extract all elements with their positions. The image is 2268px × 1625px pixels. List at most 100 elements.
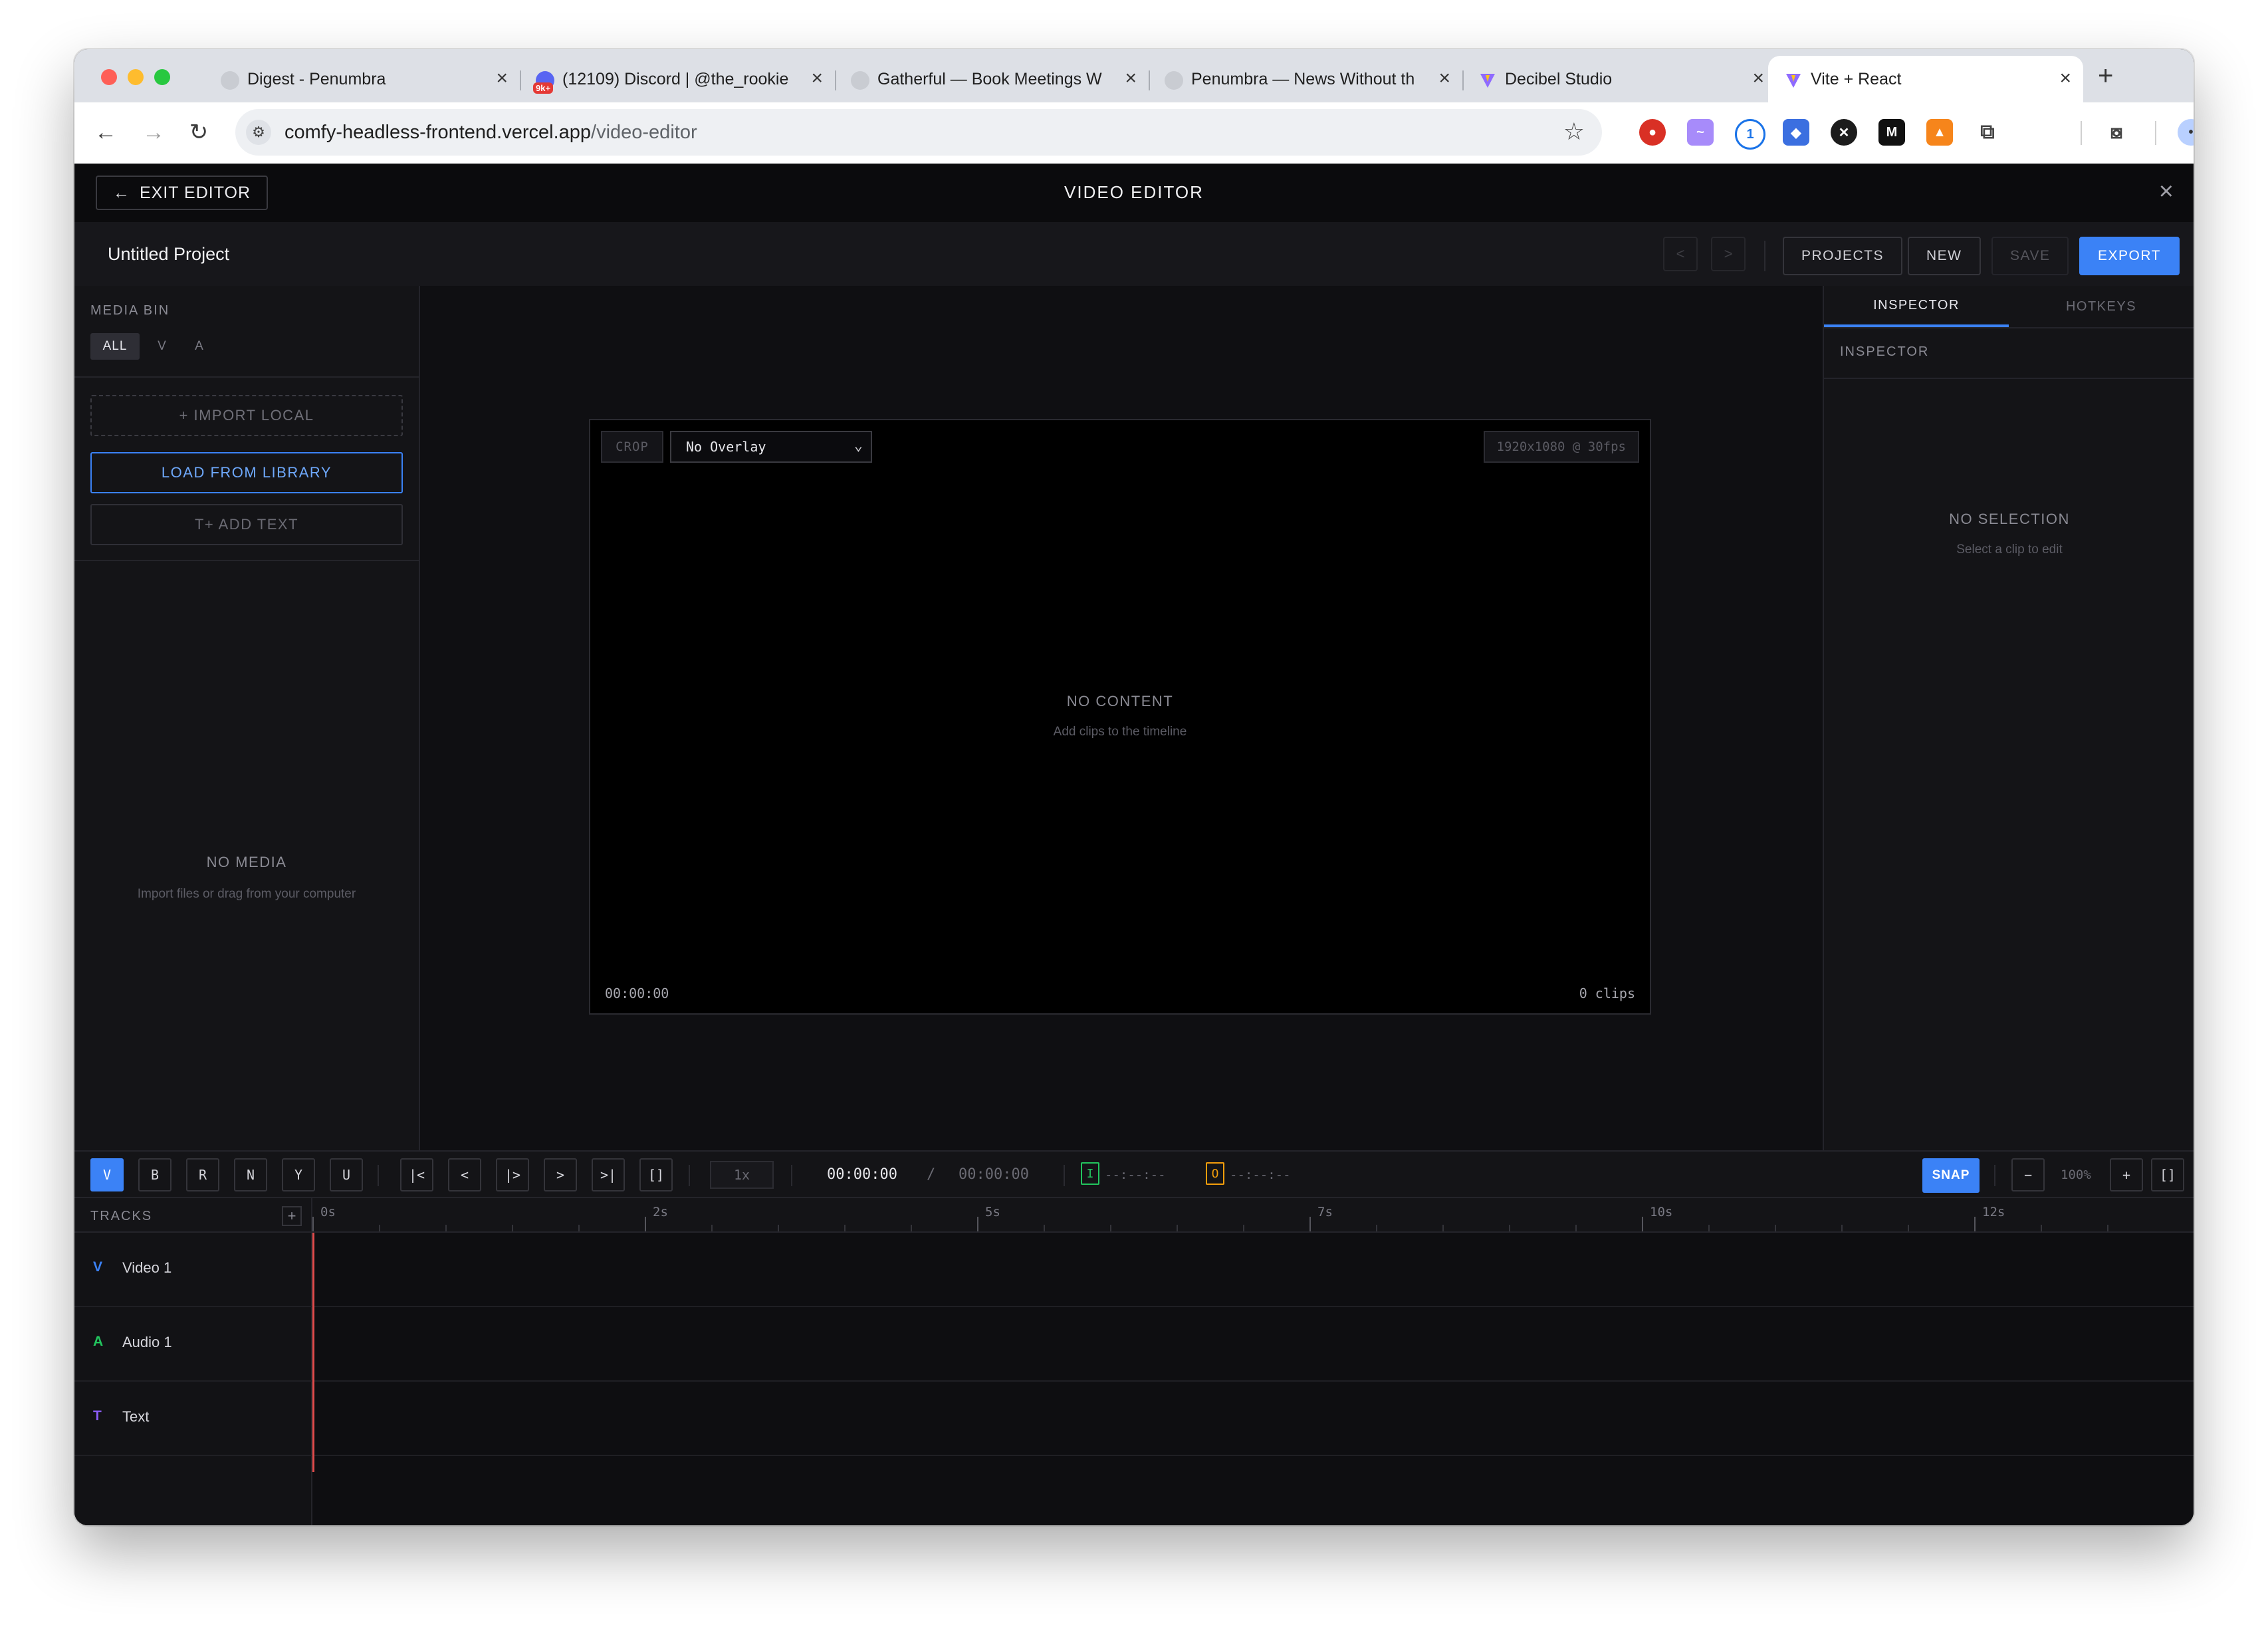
tab-hotkeys[interactable]: HOTKEYS: [2009, 286, 2194, 327]
overlay-select[interactable]: No Overlay ⌄: [670, 431, 872, 463]
no-content-title: NO CONTENT: [1066, 693, 1174, 709]
divider: [1994, 1165, 1995, 1186]
globe-icon: [221, 71, 239, 90]
in-point-marker[interactable]: I: [1081, 1162, 1099, 1185]
minimize-window-button[interactable]: [128, 69, 144, 85]
go-to-start-button[interactable]: |<: [400, 1158, 433, 1191]
zoom-window-button[interactable]: [154, 69, 170, 85]
time-ruler[interactable]: 0s 2s 5s 7s 10s 12s: [312, 1198, 2194, 1233]
snap-toggle[interactable]: SNAP: [1922, 1158, 1980, 1193]
close-window-button[interactable]: [101, 69, 117, 85]
playhead[interactable]: [312, 1233, 314, 1472]
zoom-out-button[interactable]: −: [2011, 1158, 2045, 1191]
no-selection-hint: Select a clip to edit: [1956, 543, 2063, 557]
select-tool-button[interactable]: V: [90, 1158, 124, 1191]
extension-icon[interactable]: ~: [1687, 119, 1714, 146]
tab-search-icon[interactable]: ⧇: [2103, 119, 2130, 146]
site-settings-icon[interactable]: ⚙: [246, 120, 271, 145]
globe-icon: [851, 71, 869, 90]
zoom-fit-button[interactable]: []: [2151, 1158, 2184, 1191]
tab-title: Vite + React: [1811, 69, 1902, 88]
filter-all-button[interactable]: ALL: [90, 333, 140, 360]
ripple-tool-button[interactable]: R: [186, 1158, 219, 1191]
track-row-video[interactable]: V Video 1: [74, 1233, 2194, 1307]
profile-avatar[interactable]: •: [2178, 119, 2194, 146]
loop-button[interactable]: []: [639, 1158, 673, 1191]
ruler-tick-minor: [711, 1225, 713, 1231]
slide-tool-button[interactable]: U: [330, 1158, 363, 1191]
crop-button[interactable]: CROP: [601, 431, 663, 463]
redo-button[interactable]: >: [1711, 237, 1746, 271]
reload-icon[interactable]: ↻: [183, 117, 214, 148]
tab-gatherful[interactable]: Gatherful — Book Meetings W ×: [835, 56, 1150, 102]
playback-speed[interactable]: 1x: [710, 1161, 774, 1189]
new-tab-icon[interactable]: +: [2098, 61, 2113, 90]
zoom-in-button[interactable]: +: [2110, 1158, 2143, 1191]
go-to-end-button[interactable]: >|: [592, 1158, 625, 1191]
step-back-button[interactable]: <: [448, 1158, 481, 1191]
track-row-text[interactable]: T Text: [74, 1382, 2194, 1456]
tab-penumbra[interactable]: Penumbra — News Without th ×: [1149, 56, 1464, 102]
filter-audio-button[interactable]: A: [185, 333, 214, 360]
save-button[interactable]: SAVE: [1991, 237, 2069, 275]
export-button[interactable]: EXPORT: [2079, 237, 2180, 275]
overlay-select-value: No Overlay: [686, 439, 766, 455]
ruler-label: 5s: [985, 1205, 1000, 1219]
import-local-button[interactable]: + IMPORT LOCAL: [90, 395, 403, 436]
ruler-label: 7s: [1317, 1205, 1333, 1219]
filter-video-button[interactable]: V: [148, 333, 177, 360]
close-tab-icon[interactable]: ×: [2059, 68, 2071, 88]
track-name: Audio 1: [122, 1334, 172, 1350]
blade-tool-button[interactable]: B: [138, 1158, 171, 1191]
close-tab-icon[interactable]: ×: [1438, 68, 1450, 88]
tab-decibel[interactable]: Decibel Studio ×: [1462, 56, 1776, 102]
password-manager-icon[interactable]: 1: [1735, 119, 1765, 150]
address-bar[interactable]: ⚙ comfy-headless-frontend.vercel.app/vid…: [235, 109, 1602, 156]
out-point-marker[interactable]: O: [1206, 1162, 1224, 1185]
extension-icon[interactable]: ✕: [1831, 119, 1857, 146]
track-label: A Audio 1: [74, 1307, 312, 1380]
vite-icon: [1784, 71, 1803, 90]
project-name[interactable]: Untitled Project: [108, 244, 229, 265]
adblock-extension-icon[interactable]: ●: [1639, 119, 1666, 146]
tab-digest[interactable]: Digest - Penumbra ×: [205, 56, 521, 102]
close-tab-icon[interactable]: ×: [1752, 68, 1764, 88]
timecode-separator: /: [927, 1166, 936, 1183]
add-text-button[interactable]: T+ ADD TEXT: [90, 504, 403, 545]
slip-tool-button[interactable]: Y: [282, 1158, 315, 1191]
puzzle-extensions-icon[interactable]: ⧉: [1974, 119, 2001, 146]
tab-vite-react[interactable]: Vite + React ×: [1768, 56, 2083, 102]
load-from-library-button[interactable]: LOAD FROM LIBRARY: [90, 452, 403, 493]
projects-button[interactable]: PROJECTS: [1783, 237, 1903, 275]
inspector-section-title: INSPECTOR: [1840, 344, 1930, 359]
metamask-icon[interactable]: ▲: [1926, 119, 1953, 146]
close-tab-icon[interactable]: ×: [496, 68, 508, 88]
extension-icon[interactable]: M: [1878, 119, 1905, 146]
duration-timecode: 00:00:00: [959, 1166, 1029, 1183]
video-preview[interactable]: CROP No Overlay ⌄ 1920x1080 @ 30fps NO C…: [589, 419, 1651, 1015]
new-project-button[interactable]: NEW: [1908, 237, 1981, 275]
play-button[interactable]: |>: [496, 1158, 529, 1191]
close-tab-icon[interactable]: ×: [1125, 68, 1137, 88]
ruler-tick-minor: [1177, 1225, 1178, 1231]
track-row-audio[interactable]: A Audio 1: [74, 1307, 2194, 1382]
divider: [1064, 1165, 1065, 1186]
video-track-icon: V: [93, 1259, 103, 1275]
media-bin-panel: MEDIA BIN ALL V A + IMPORT LOCAL LOAD FR…: [74, 286, 420, 1150]
divider: [74, 376, 419, 378]
bookmark-star-icon[interactable]: ☆: [1563, 118, 1585, 146]
tab-discord[interactable]: 9k+ (12109) Discord | @the_rookie ×: [520, 56, 836, 102]
forward-icon[interactable]: →: [138, 117, 169, 148]
close-tab-icon[interactable]: ×: [811, 68, 823, 88]
close-icon[interactable]: ×: [2159, 178, 2174, 205]
extension-icon[interactable]: ◆: [1783, 119, 1809, 146]
undo-button[interactable]: <: [1663, 237, 1698, 271]
roll-tool-button[interactable]: N: [234, 1158, 267, 1191]
tab-inspector[interactable]: INSPECTOR: [1824, 286, 2009, 327]
divider: [1824, 378, 2194, 379]
ruler-tick-minor: [1708, 1225, 1710, 1231]
step-forward-button[interactable]: >: [544, 1158, 577, 1191]
back-icon[interactable]: ←: [90, 117, 121, 148]
video-editor-app: ← EXIT EDITOR VIDEO EDITOR × Untitled Pr…: [74, 164, 2194, 1525]
add-track-button[interactable]: +: [282, 1206, 302, 1226]
